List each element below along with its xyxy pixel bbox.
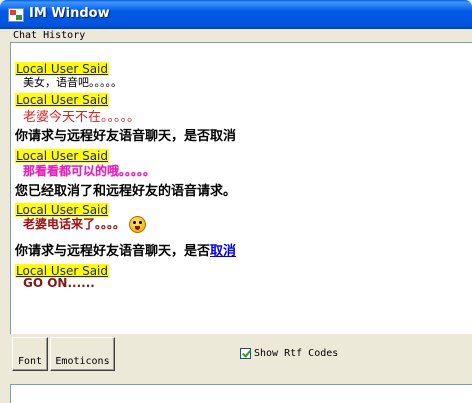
font-button[interactable]: Font <box>12 337 48 371</box>
message-text: 老婆今天不在。。。。。 <box>23 110 141 125</box>
checkbox-checked-icon[interactable] <box>240 348 251 359</box>
message-text: GO ON...... <box>23 276 95 290</box>
message-input[interactable] <box>10 384 472 403</box>
cancel-link[interactable]: 取消 <box>210 244 236 259</box>
message-text: 那看看都可以的哦。。。。。 <box>23 164 156 178</box>
message-text-content: 老婆电话来了。。。。 <box>23 217 126 231</box>
show-rtf-codes-label: Show Rtf Codes <box>254 348 339 359</box>
system-message: 您已经取消了和远程好友的语音请求。 <box>15 184 237 199</box>
system-message: 你请求与远程好友语音聊天，是否取消 <box>15 240 236 259</box>
window-title: IM Window <box>29 6 110 21</box>
sender-label: Local User Said <box>15 149 110 163</box>
smiley-icon <box>129 216 147 233</box>
emoticons-button[interactable]: Emoticons <box>50 337 115 371</box>
message-text: 老婆电话来了。。。。 <box>15 215 147 233</box>
chat-history-box[interactable]: Local User Said 美女，语音吧。。。。。 Local User S… <box>10 42 472 334</box>
system-message-text: 你请求与远程好友语音聊天，是否 <box>15 244 211 259</box>
system-message: 你请求与远程好友语音聊天，是否取消 <box>15 129 237 144</box>
show-rtf-codes-checkbox[interactable]: Show Rtf Codes <box>240 348 338 359</box>
chat-history-label: Chat History <box>12 29 87 42</box>
app-window-icon[interactable] <box>8 8 24 22</box>
sender-label: Local User Said <box>15 93 110 107</box>
message-text: 美女，语音吧。。。。。 <box>23 76 122 89</box>
title-bar[interactable]: IM Window <box>0 0 472 29</box>
